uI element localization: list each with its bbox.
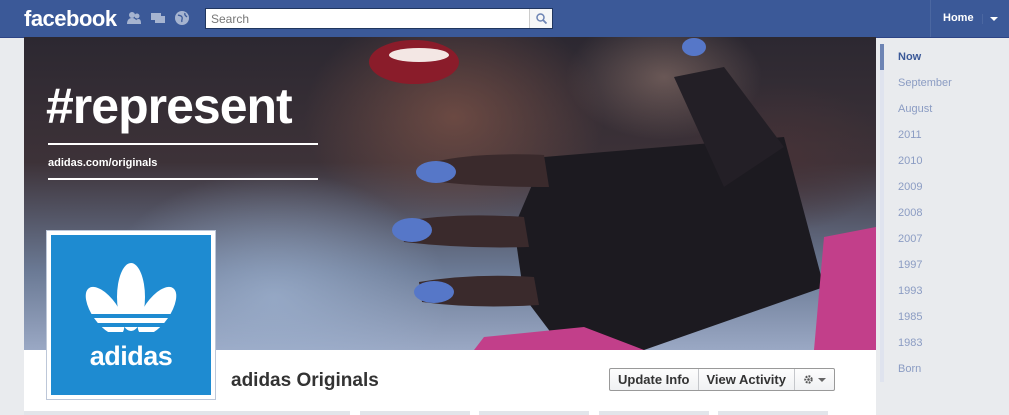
- notification-jewels: [126, 10, 190, 26]
- search-box: [205, 8, 553, 29]
- timeline-nav-item[interactable]: 1993: [880, 278, 1000, 304]
- tab-placeholder[interactable]: [599, 411, 709, 415]
- tab-placeholder[interactable]: [24, 411, 350, 415]
- timeline-nav-item[interactable]: 1985: [880, 304, 1000, 330]
- cover-divider: [48, 143, 318, 145]
- settings-dropdown-button[interactable]: [795, 369, 834, 390]
- timeline-nav-item[interactable]: Born: [880, 356, 1000, 382]
- search-icon: [535, 13, 547, 24]
- gear-icon: [804, 375, 813, 384]
- adidas-logo: adidas: [51, 235, 211, 395]
- timeline-nav-item[interactable]: Now: [880, 44, 1000, 70]
- messages-icon[interactable]: [150, 10, 166, 26]
- notifications-globe-icon[interactable]: [174, 10, 190, 26]
- facebook-logo[interactable]: facebook: [24, 6, 117, 32]
- timeline-nav-item[interactable]: 2008: [880, 200, 1000, 226]
- cover-headline: #represent: [46, 78, 293, 134]
- profile-action-group: Update Info View Activity: [609, 368, 835, 391]
- timeline-date-nav: Now September August 2011 2010 2009 2008 2007 19…: [880, 44, 1000, 382]
- timeline-nav-item[interactable]: 2009: [880, 174, 1000, 200]
- timeline-nav-item[interactable]: 1997: [880, 252, 1000, 278]
- search-button[interactable]: [529, 9, 552, 28]
- timeline-nav-item[interactable]: 2007: [880, 226, 1000, 252]
- cover-divider: [48, 178, 318, 180]
- tab-placeholder[interactable]: [360, 411, 470, 415]
- timeline-nav-item[interactable]: August: [880, 96, 1000, 122]
- view-activity-button[interactable]: View Activity: [699, 369, 795, 390]
- profile-picture[interactable]: adidas: [46, 230, 216, 400]
- adidas-wordmark: adidas: [89, 341, 173, 371]
- home-link[interactable]: Home: [930, 0, 986, 37]
- chevron-down-icon: [817, 377, 826, 382]
- tab-placeholder[interactable]: [718, 411, 828, 415]
- search-input[interactable]: [206, 9, 529, 28]
- timeline-main: #represent adidas.com/originals adidas a…: [24, 37, 876, 415]
- timeline-nav-item[interactable]: 1983: [880, 330, 1000, 356]
- timeline-nav-item[interactable]: September: [880, 70, 1000, 96]
- update-info-button[interactable]: Update Info: [610, 369, 699, 390]
- top-navigation-bar: facebook Home: [0, 0, 1009, 38]
- tab-placeholder[interactable]: [479, 411, 589, 415]
- timeline-nav-item[interactable]: 2011: [880, 122, 1000, 148]
- account-menu-dropdown[interactable]: [982, 14, 1003, 24]
- cover-url-text: adidas.com/originals: [48, 157, 158, 169]
- timeline-nav-item[interactable]: 2010: [880, 148, 1000, 174]
- page-title[interactable]: adidas Originals: [231, 370, 379, 392]
- friend-requests-icon[interactable]: [126, 10, 142, 26]
- profile-tabs-strip: [24, 411, 876, 415]
